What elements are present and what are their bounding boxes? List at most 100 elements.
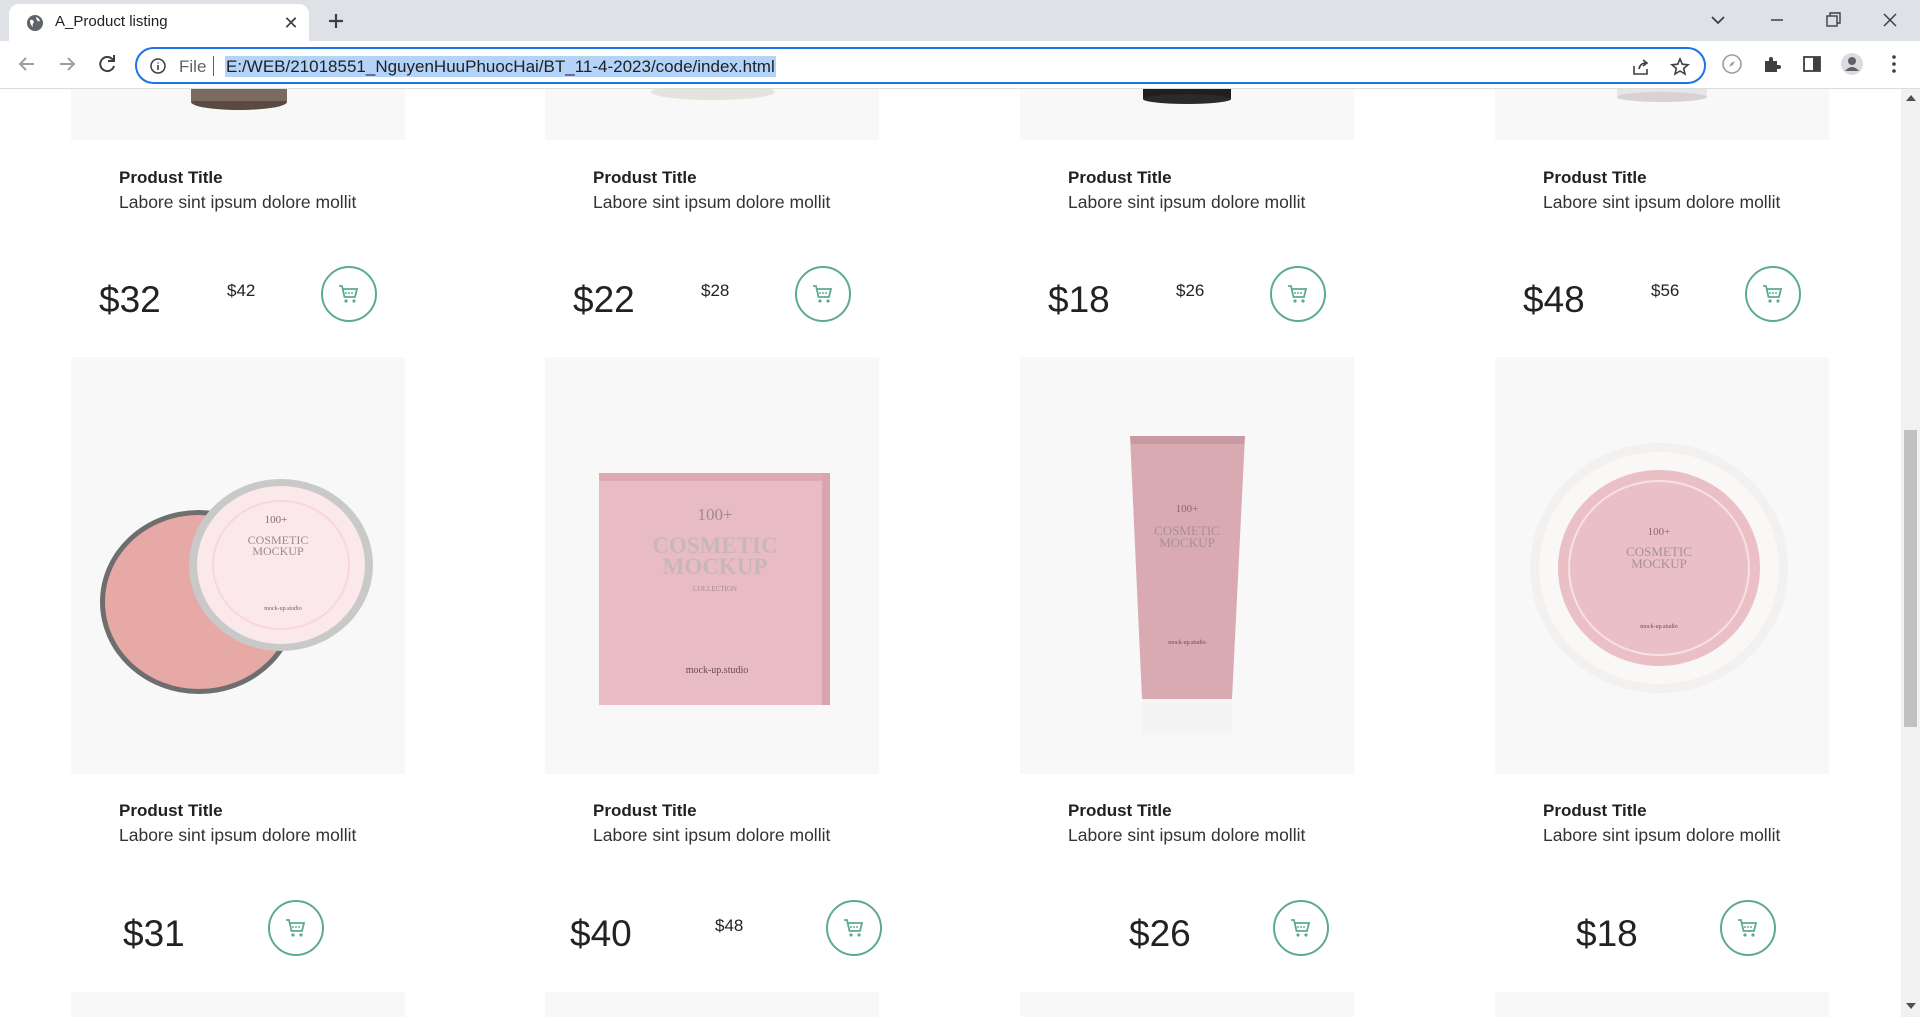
tin-label-100: 100+ <box>265 514 288 526</box>
add-to-cart-button[interactable] <box>826 900 882 956</box>
product-title: Produst Title <box>593 168 697 187</box>
page-viewport: Produst Title Labore sint ipsum dolore m… <box>0 89 1901 1017</box>
product-description: Labore sint ipsum dolore mollit <box>1068 825 1306 845</box>
scroll-down-arrow-icon[interactable] <box>1906 1003 1916 1009</box>
product-description: Labore sint ipsum dolore mollit <box>1068 192 1306 212</box>
extensions-puzzle-icon[interactable] <box>1760 52 1784 76</box>
minimize-icon[interactable] <box>1762 5 1792 35</box>
close-tab-icon[interactable]: ✕ <box>281 13 301 33</box>
vertical-scrollbar[interactable] <box>1901 89 1920 1017</box>
profile-avatar-icon[interactable] <box>1840 52 1864 76</box>
scrollbar-thumb[interactable] <box>1904 430 1917 727</box>
cart-icon <box>1738 919 1758 937</box>
product-card[interactable]: Produst Title Labore sint ipsum dolore m… <box>545 89 879 329</box>
menu-kebab-icon[interactable] <box>1882 52 1906 76</box>
product-card[interactable]: 100+ COSMETIC MOCKUP COLLECTION mock-up.… <box>545 357 882 977</box>
browser-tab[interactable]: A_Product listing ✕ <box>9 4 309 41</box>
product-old-price: $48 <box>715 916 744 935</box>
add-to-cart-button[interactable] <box>1720 900 1776 956</box>
browser-toolbar: File E:/WEB/21018551_NguyenHuuPhuocHai/B… <box>0 41 1920 89</box>
product-title: Produst Title <box>119 801 223 820</box>
product-title: Produst Title <box>593 801 697 820</box>
box-label-collection: COLLECTION <box>693 585 737 593</box>
tab-strip: A_Product listing ✕ <box>0 0 1920 41</box>
tin-label-studio: mock-up.studio <box>264 606 302 612</box>
info-icon[interactable] <box>150 58 166 74</box>
product-image: 100+ COSMETIC MOCKUP mock-up.studio <box>1495 357 1829 774</box>
back-arrow-icon[interactable] <box>12 49 42 79</box>
cart-icon <box>844 919 864 937</box>
restore-icon[interactable] <box>1818 5 1848 35</box>
product-card[interactable]: 100+ COSMETIC MOCKUP mock-up.studio Prod… <box>71 357 405 977</box>
cart-icon <box>1288 285 1308 303</box>
product-bottle-image <box>191 89 287 110</box>
add-to-cart-button[interactable] <box>1270 266 1326 322</box>
product-description: Labore sint ipsum dolore mollit <box>119 192 357 212</box>
product-image <box>1495 992 1829 1017</box>
product-price: $26 <box>1129 913 1191 954</box>
product-image <box>545 992 879 1017</box>
product-box-image: 100+ COSMETIC MOCKUP COLLECTION mock-up.… <box>599 473 830 705</box>
jar-label-studio: mock-up.studio <box>1640 624 1678 630</box>
side-panel-icon[interactable] <box>1800 52 1824 76</box>
url-text[interactable]: E:/WEB/21018551_NguyenHuuPhuocHai/BT_11-… <box>225 56 776 77</box>
add-to-cart-button[interactable] <box>268 900 324 956</box>
product-card[interactable]: 100+ COSMETIC MOCKUP mock-up.studio Prod… <box>1020 357 1354 977</box>
tab-search-chevron-icon[interactable] <box>1703 5 1733 35</box>
add-to-cart-button[interactable] <box>1273 900 1329 956</box>
url-separator <box>213 56 214 76</box>
product-image <box>71 89 405 140</box>
product-description: Labore sint ipsum dolore mollit <box>119 825 357 845</box>
product-description: Labore sint ipsum dolore mollit <box>593 825 831 845</box>
cart-icon <box>286 919 306 937</box>
product-image: 100+ COSMETIC MOCKUP mock-up.studio <box>1020 357 1354 774</box>
forward-arrow-icon[interactable] <box>52 49 82 79</box>
product-card[interactable]: 100+ COSMETIC MOCKUP mock-up.studio Prod… <box>1495 357 1829 977</box>
add-to-cart-button[interactable] <box>1745 266 1801 322</box>
product-title: Produst Title <box>1068 801 1172 820</box>
scroll-up-arrow-icon[interactable] <box>1906 95 1916 101</box>
box-label-studio: mock-up.studio <box>686 665 749 676</box>
tab-title: A_Product listing <box>55 13 168 30</box>
product-card[interactable]: Produst Title Labore sint ipsum dolore m… <box>1495 89 1829 329</box>
product-old-price: $26 <box>1176 281 1205 300</box>
globe-icon <box>27 15 43 31</box>
product-title: Produst Title <box>1543 168 1647 187</box>
product-bottle-image <box>1617 89 1707 102</box>
product-bottle-image <box>1143 89 1231 104</box>
jar-label-mockup: MOCKUP <box>1631 556 1687 571</box>
product-image: 100+ COSMETIC MOCKUP mock-up.studio <box>71 357 405 774</box>
reload-icon[interactable] <box>92 49 122 79</box>
product-old-price: $28 <box>701 281 730 300</box>
new-tab-icon[interactable] <box>322 7 350 35</box>
jar-label-100: 100+ <box>1648 526 1671 538</box>
product-title: Produst Title <box>1543 801 1647 820</box>
product-tube-image: 100+ COSMETIC MOCKUP mock-up.studio <box>1130 436 1245 735</box>
compass-extension-icon[interactable] <box>1720 52 1744 76</box>
product-price: $32 <box>99 279 161 320</box>
product-old-price: $56 <box>1651 281 1680 300</box>
product-title: Produst Title <box>119 168 223 187</box>
product-card[interactable]: Produst Title Labore sint ipsum dolore m… <box>71 89 405 329</box>
tube-label-100: 100+ <box>1176 503 1199 515</box>
product-old-price: $42 <box>227 281 256 300</box>
product-price: $22 <box>573 279 635 320</box>
product-image <box>1495 89 1829 140</box>
bookmark-star-icon[interactable] <box>1669 56 1691 78</box>
scheme-label: File <box>179 57 207 76</box>
product-description: Labore sint ipsum dolore mollit <box>1543 192 1781 212</box>
tin-label-mockup: MOCKUP <box>252 544 304 558</box>
product-description: Labore sint ipsum dolore mollit <box>593 192 831 212</box>
product-card[interactable]: Produst Title Labore sint ipsum dolore m… <box>1020 89 1354 329</box>
add-to-cart-button[interactable] <box>795 266 851 322</box>
product-title: Produst Title <box>1068 168 1172 187</box>
box-label-100: 100+ <box>697 505 732 524</box>
product-price: $18 <box>1048 279 1110 320</box>
close-window-icon[interactable] <box>1875 5 1905 35</box>
address-bar[interactable]: File E:/WEB/21018551_NguyenHuuPhuocHai/B… <box>135 47 1706 84</box>
cart-icon <box>813 285 833 303</box>
share-icon[interactable] <box>1630 56 1652 78</box>
add-to-cart-button[interactable] <box>321 266 377 322</box>
product-image <box>1020 89 1354 140</box>
cart-icon <box>1291 919 1311 937</box>
